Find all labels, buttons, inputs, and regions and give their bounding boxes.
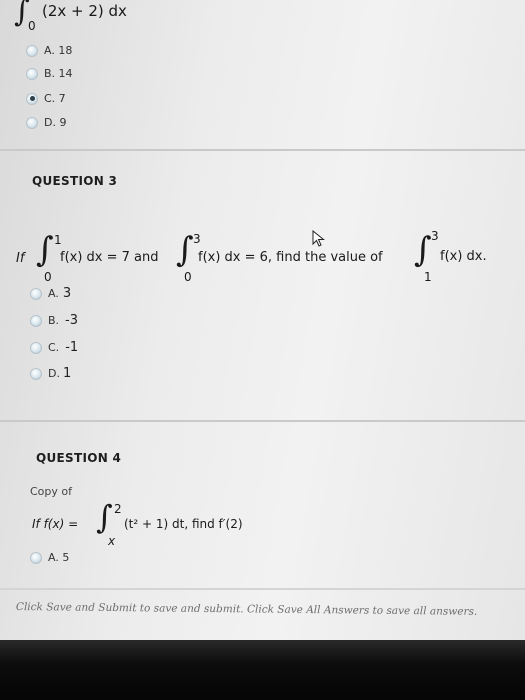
option-label: A. 5 xyxy=(48,551,70,564)
copy-of-label: Copy of xyxy=(30,485,73,498)
option-value: -3 xyxy=(65,313,79,328)
option-letter: A. xyxy=(48,287,59,300)
option-label: A. 18 xyxy=(44,44,73,57)
q2-option-c[interactable]: C. 7 xyxy=(26,92,66,105)
radio-button[interactable] xyxy=(30,341,42,354)
integral-sign: ∫ xyxy=(176,230,194,270)
section-divider xyxy=(0,588,525,590)
option-label: B. 14 xyxy=(44,67,73,80)
mouse-cursor-icon xyxy=(312,230,325,247)
radio-button[interactable] xyxy=(26,67,38,80)
question-3-heading: QUESTION 3 xyxy=(32,174,118,188)
submit-instructions: Click Save and Submit to save and submit… xyxy=(15,601,478,618)
q2-option-d[interactable]: D. 9 xyxy=(26,116,66,129)
q3-if: If xyxy=(16,251,25,266)
section-divider xyxy=(0,149,525,151)
option-label: D. 9 xyxy=(44,116,67,129)
q3-integral-1-body: f(x) dx = 7 and xyxy=(60,250,159,265)
option-letter: B. xyxy=(48,314,60,327)
radio-button[interactable] xyxy=(26,116,38,129)
quiz-screen: ∫ 0 (2x + 2) dx A. 18 B. 14 C. 7 D. 9 QU… xyxy=(0,0,525,640)
option-letter: D. xyxy=(48,367,60,380)
lower-limit: 0 xyxy=(28,19,36,33)
screen-bezel xyxy=(0,640,525,700)
lower-limit: 0 xyxy=(44,270,52,284)
q2-option-a[interactable]: A. 18 xyxy=(26,44,72,57)
radio-button-selected[interactable] xyxy=(26,92,38,105)
q3-option-a[interactable]: A. 3 xyxy=(30,286,71,301)
upper-limit: 1 xyxy=(54,233,62,247)
integral-sign: ∫ xyxy=(96,498,113,536)
radio-button[interactable] xyxy=(30,551,42,564)
q3-option-c[interactable]: C. -1 xyxy=(30,340,78,355)
lower-limit: 1 xyxy=(424,270,432,284)
radio-button[interactable] xyxy=(30,314,42,327)
radio-button[interactable] xyxy=(30,367,42,380)
q4-option-a[interactable]: A. 5 xyxy=(30,551,69,564)
radio-button[interactable] xyxy=(26,44,38,57)
upper-limit: 3 xyxy=(193,232,201,246)
option-value: 3 xyxy=(62,286,72,301)
q2-option-b[interactable]: B. 14 xyxy=(26,67,73,80)
q2-integrand: (2x + 2) dx xyxy=(42,2,127,20)
option-value: 1 xyxy=(62,366,72,381)
q4-prefix: If f(x) = xyxy=(32,517,79,531)
upper-limit: 2 xyxy=(114,502,122,516)
lower-limit: 0 xyxy=(184,270,192,284)
upper-limit: 3 xyxy=(431,229,439,243)
integral-sign: ∫ xyxy=(36,230,54,270)
question-4-heading: QUESTION 4 xyxy=(36,451,122,465)
section-divider xyxy=(0,420,525,422)
lower-limit: x xyxy=(108,534,116,548)
q4-integral-body: (t² + 1) dt, find f′(2) xyxy=(124,517,243,531)
q3-option-b[interactable]: B. -3 xyxy=(30,313,78,328)
q3-option-d[interactable]: D. 1 xyxy=(30,366,71,381)
option-value: -1 xyxy=(65,340,79,355)
option-letter: C. xyxy=(48,341,60,354)
q3-integral-2-body: f(x) dx = 6, find the value of xyxy=(198,250,383,265)
q3-integral-3-body: f(x) dx. xyxy=(440,249,487,264)
radio-button[interactable] xyxy=(30,287,42,300)
option-label: C. 7 xyxy=(44,92,66,105)
integral-sign: ∫ xyxy=(414,230,432,270)
